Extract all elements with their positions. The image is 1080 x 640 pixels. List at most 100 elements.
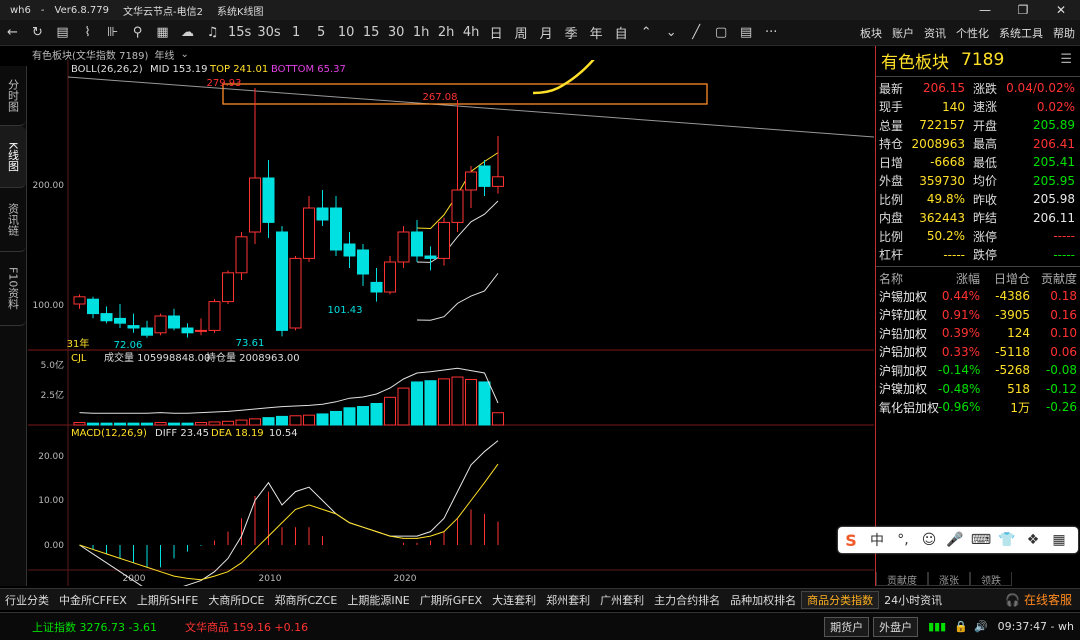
quote-label: 涨停 [973, 229, 998, 244]
quote-value: 205.95 [1033, 173, 1075, 188]
chevron-down-icon[interactable]: ⌄ [180, 49, 188, 60]
bottom-tab[interactable]: 行业分类 [0, 592, 54, 608]
macd-tick-0: 0.00 [44, 541, 64, 551]
bottom-tab[interactable]: 郑商所CZCE [269, 592, 342, 608]
bottom-tab[interactable]: 广州套利 [595, 592, 649, 608]
period-10min[interactable]: 10 [334, 20, 359, 46]
period-custom[interactable]: 自 [609, 20, 634, 46]
period-4h[interactable]: 4h [459, 20, 484, 46]
bottom-tab[interactable]: 上期所SHFE [132, 592, 204, 608]
sector-row[interactable]: 沪铜加权 -0.14% -5268 -0.08 [876, 361, 1080, 380]
tab-contribution[interactable]: 贡献度 [876, 572, 928, 587]
ime-skin-icon[interactable]: 👕 [994, 527, 1020, 553]
tab-timeshare[interactable]: 分时图 [0, 66, 26, 126]
futures-account-button[interactable]: 期货户 [824, 616, 870, 637]
tab-kline[interactable]: K线图 [0, 126, 26, 188]
sector-row[interactable]: 沪镍加权 -0.48% 518 -0.12 [876, 380, 1080, 399]
window-title: 系统K线图 [216, 6, 264, 18]
list-icon[interactable]: ▤ [50, 20, 75, 46]
trend-line[interactable] [67, 76, 874, 138]
restore-button[interactable]: ❐ [1004, 0, 1042, 20]
foreign-account-button[interactable]: 外盘户 [873, 616, 919, 637]
line-chart-icon[interactable]: ⌇ [75, 20, 100, 46]
bottom-tab[interactable]: 广期所GFEX [415, 592, 487, 608]
bottom-tab[interactable]: 中金所CFFEX [54, 592, 132, 608]
layout-icon[interactable]: ▤ [734, 20, 759, 46]
close-button[interactable]: ✕ [1042, 0, 1080, 20]
period-season[interactable]: 季 [559, 20, 584, 46]
bottom-tab[interactable]: 上期能源INE [342, 592, 414, 608]
draw-line-icon[interactable]: ╱ [684, 20, 709, 46]
candlestick-icon[interactable]: ⊪ [100, 20, 125, 46]
zoom-in-icon[interactable]: ⌃ [634, 20, 659, 46]
bottom-tab[interactable]: 大连套利 [487, 592, 541, 608]
menu-help[interactable]: 帮助 [1048, 25, 1080, 41]
indicator-icon[interactable]: ⚲ [125, 20, 150, 46]
ime-grid-icon[interactable]: ▦ [1046, 527, 1072, 553]
bottom-tab[interactable]: 商品分类指数 [801, 590, 880, 609]
candle-body [276, 231, 288, 331]
bottom-tab[interactable]: 主力合约排名 [649, 592, 725, 608]
minimize-button[interactable]: — [966, 0, 1004, 20]
menu-tools[interactable]: 系统工具 [994, 25, 1048, 41]
sector-oi-change: -5118 [995, 344, 1030, 359]
period-15s[interactable]: 15s [225, 20, 254, 46]
candle-body [451, 189, 464, 223]
period-day[interactable]: 日 [484, 20, 509, 46]
bottom-tab[interactable]: 24小时资讯 [879, 592, 947, 608]
sector-row[interactable]: 沪锡加权 0.44% -4386 0.18 [876, 287, 1080, 306]
bottom-tab[interactable]: 大商所DCE [203, 592, 269, 608]
ime-apps-icon[interactable]: ❖ [1020, 527, 1046, 553]
sector-contribution: 0.18 [1050, 289, 1077, 304]
period-2h[interactable]: 2h [434, 20, 459, 46]
refresh-icon[interactable]: ↻ [25, 20, 50, 46]
zoom-out-icon[interactable]: ⌄ [659, 20, 684, 46]
period-week[interactable]: 周 [509, 20, 534, 46]
sector-row[interactable]: 沪铝加权 0.33% -5118 0.06 [876, 343, 1080, 362]
menu-news[interactable]: 资讯 [919, 25, 951, 41]
tab-losers[interactable]: 领跌 [970, 572, 1012, 587]
sector-row[interactable]: 沪铅加权 0.39% 124 0.10 [876, 324, 1080, 343]
ime-keyboard-icon[interactable]: ⌨ [968, 527, 994, 553]
quote-label: 涨跌 [973, 81, 998, 96]
ime-punct-icon[interactable]: °, [890, 527, 916, 553]
more-icon[interactable]: ··· [759, 20, 784, 46]
panel-menu-icon[interactable]: ☰ [1060, 52, 1072, 67]
menu-account[interactable]: 账户 [887, 25, 919, 41]
ime-chinese-mode[interactable]: 中 [864, 527, 890, 553]
period-year[interactable]: 年 [584, 20, 609, 46]
quote-value: 206.15 [923, 81, 965, 96]
ime-emoji-icon[interactable]: ☺ [916, 527, 942, 553]
window-icon[interactable]: ▢ [709, 20, 734, 46]
lock-icon[interactable]: 🔒 [954, 620, 968, 633]
menu-sector[interactable]: 板块 [855, 25, 887, 41]
price-tick-100: 100.00 [33, 301, 65, 311]
period-month[interactable]: 月 [534, 20, 559, 46]
online-service-button[interactable]: 🎧 在线客服 [1005, 591, 1072, 608]
period-1h[interactable]: 1h [409, 20, 434, 46]
period-30s[interactable]: 30s [254, 20, 283, 46]
tab-gainers[interactable]: 涨张 [928, 572, 970, 587]
menu-personalize[interactable]: 个性化 [951, 25, 994, 41]
period-30min[interactable]: 30 [384, 20, 409, 46]
label-start: 31年 [67, 337, 90, 350]
back-icon[interactable]: ← [0, 20, 25, 46]
period-1min[interactable]: 1 [284, 20, 309, 46]
bottom-tab[interactable]: 郑州套利 [541, 592, 595, 608]
tab-news-chain[interactable]: 资讯链 [0, 188, 26, 252]
ime-mic-icon[interactable]: 🎤 [942, 527, 968, 553]
bell-icon[interactable]: ♫ [200, 20, 225, 46]
table-icon[interactable]: ▦ [150, 20, 175, 46]
sector-row[interactable]: 氧化铝加权 -0.96% 1万 -0.26 [876, 398, 1080, 417]
ime-logo-icon[interactable]: S [838, 527, 864, 553]
speaker-icon[interactable]: 🔊 [974, 620, 988, 633]
bottom-tab[interactable]: 品种加权排名 [725, 592, 801, 608]
tab-f10[interactable]: F10资料 [0, 252, 26, 326]
cloud-icon[interactable]: ☁ [175, 20, 200, 46]
kline-chart[interactable]: BOLL(26,26,2) MID 153.19 TOP 241.01 BOTT… [28, 60, 874, 586]
label-high: 279.93 [207, 78, 242, 89]
period-15min[interactable]: 15 [359, 20, 384, 46]
period-5min[interactable]: 5 [309, 20, 334, 46]
label-low3: 101.43 [328, 305, 363, 316]
sector-row[interactable]: 沪锌加权 0.91% -3905 0.16 [876, 306, 1080, 325]
